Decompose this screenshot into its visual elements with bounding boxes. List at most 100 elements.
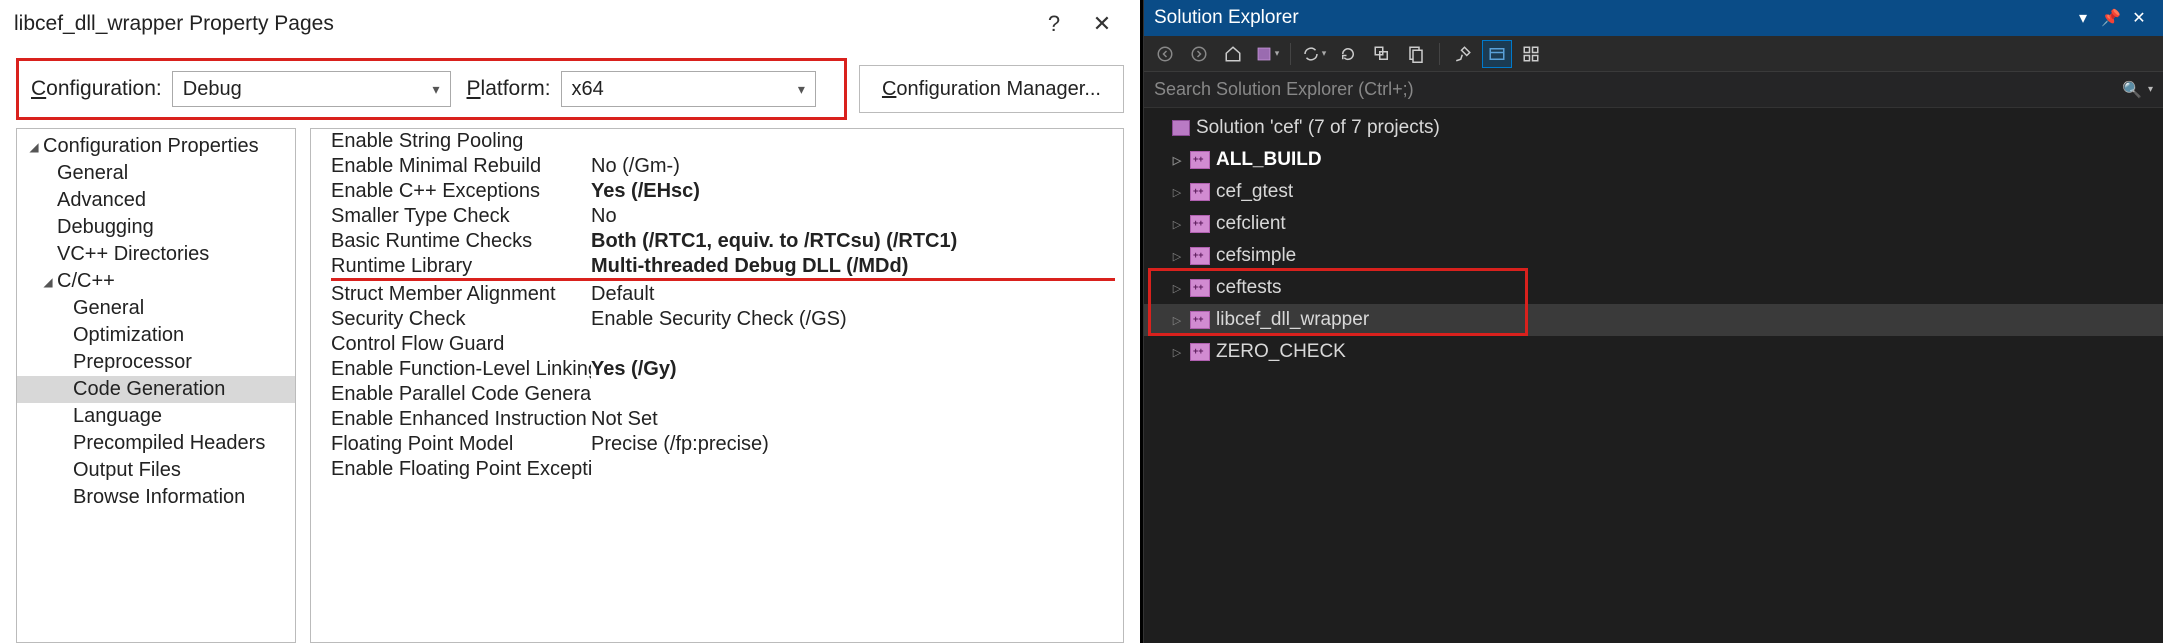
property-row[interactable]: Smaller Type CheckNo <box>311 204 1123 229</box>
tree-item-cpp-browse[interactable]: Browse Information <box>17 484 295 511</box>
property-value: Multi-threaded Debug DLL (/MDd) <box>591 255 1115 281</box>
group-icon[interactable] <box>1516 40 1546 68</box>
solution-node[interactable]: Solution 'cef' (7 of 7 projects) <box>1144 112 2163 144</box>
property-row[interactable]: Enable Parallel Code Generation <box>311 382 1123 407</box>
pin-icon[interactable]: 📌 <box>2097 8 2125 28</box>
property-row[interactable]: Enable Enhanced Instruction SeNot Set <box>311 407 1123 432</box>
property-row[interactable]: Security CheckEnable Security Check (/GS… <box>311 307 1123 332</box>
tree-item-cpp-general[interactable]: General <box>17 295 295 322</box>
expand-arrow-icon[interactable]: ▷ <box>1170 346 1184 359</box>
property-row[interactable]: Enable String Pooling <box>311 129 1123 154</box>
property-value: Precise (/fp:precise) <box>591 433 1115 456</box>
project-node[interactable]: ▷ cef_gtest <box>1144 176 2163 208</box>
tree-item-cpp[interactable]: ◢C/C++ <box>17 268 295 295</box>
property-row[interactable]: Enable Floating Point Exception <box>311 457 1123 482</box>
expand-arrow-icon[interactable]: ▷ <box>1170 154 1184 167</box>
property-row[interactable]: Enable Minimal RebuildNo (/Gm-) <box>311 154 1123 179</box>
search-icon[interactable]: 🔍 <box>2122 80 2142 100</box>
project-node[interactable]: ▷ cefclient <box>1144 208 2163 240</box>
chevron-down-icon: ▾ <box>432 81 439 98</box>
property-name: Smaller Type Check <box>331 205 591 228</box>
property-name: Enable Minimal Rebuild <box>331 155 591 178</box>
property-row[interactable]: Enable C++ ExceptionsYes (/EHsc) <box>311 179 1123 204</box>
tree-item-cpp-optimization[interactable]: Optimization <box>17 322 295 349</box>
property-row[interactable]: Floating Point ModelPrecise (/fp:precise… <box>311 432 1123 457</box>
property-row[interactable]: Control Flow Guard <box>311 332 1123 357</box>
tree-item-vcdirs[interactable]: VC++ Directories <box>17 241 295 268</box>
project-label: cef_gtest <box>1216 181 1293 203</box>
forward-icon[interactable] <box>1184 40 1214 68</box>
back-icon[interactable] <box>1150 40 1180 68</box>
expand-arrow-icon[interactable]: ▷ <box>1170 282 1184 295</box>
property-row[interactable]: Runtime LibraryMulti-threaded Debug DLL … <box>311 254 1123 282</box>
property-row[interactable]: Enable Function-Level LinkingYes (/Gy) <box>311 357 1123 382</box>
project-label: ceftests <box>1216 277 1281 299</box>
configuration-value: Debug <box>183 78 242 101</box>
property-row[interactable]: Basic Runtime ChecksBoth (/RTC1, equiv. … <box>311 229 1123 254</box>
configuration-dropdown[interactable]: Debug ▾ <box>172 71 451 107</box>
property-grid[interactable]: Enable String PoolingEnable Minimal Rebu… <box>310 128 1124 643</box>
config-highlight-box: Configuration: Debug ▾ Platform: x64 ▾ <box>16 58 847 120</box>
property-value <box>591 458 1115 481</box>
dialog-titlebar: libcef_dll_wrapper Property Pages ? ✕ <box>0 0 1140 48</box>
project-icon <box>1190 215 1210 233</box>
project-node[interactable]: ▷ ZERO_CHECK <box>1144 336 2163 368</box>
chevron-down-icon: ▾ <box>798 81 805 98</box>
close-panel-icon[interactable]: ✕ <box>2125 8 2153 28</box>
property-tree[interactable]: ◢Configuration Properties General Advanc… <box>16 128 296 643</box>
expand-arrow-icon[interactable]: ▷ <box>1170 186 1184 199</box>
tree-item-cpp-pch[interactable]: Precompiled Headers <box>17 430 295 457</box>
show-all-files-icon[interactable] <box>1401 40 1431 68</box>
switch-views-icon[interactable]: ▾ <box>1252 40 1282 68</box>
dialog-title: libcef_dll_wrapper Property Pages <box>14 12 1030 36</box>
project-node[interactable]: ▷ALL_BUILD <box>1144 144 2163 176</box>
expand-arrow-icon[interactable]: ▷ <box>1170 250 1184 263</box>
project-node[interactable]: ▷ cefsimple <box>1144 240 2163 272</box>
expand-arrow-icon[interactable]: ▷ <box>1170 218 1184 231</box>
home-icon[interactable] <box>1218 40 1248 68</box>
collapse-all-icon[interactable] <box>1367 40 1397 68</box>
property-pages-dialog: libcef_dll_wrapper Property Pages ? ✕ Co… <box>0 0 1143 643</box>
tree-item-cpp-output[interactable]: Output Files <box>17 457 295 484</box>
solution-explorer-titlebar: Solution Explorer ▾ 📌 ✕ <box>1144 0 2163 36</box>
project-label: cefclient <box>1216 213 1286 235</box>
property-row[interactable]: Struct Member AlignmentDefault <box>311 282 1123 307</box>
project-label: libcef_dll_wrapper <box>1216 309 1369 331</box>
property-value: No (/Gm-) <box>591 155 1115 178</box>
project-icon <box>1190 247 1210 265</box>
tree-item-cpp-codegen[interactable]: Code Generation <box>17 376 295 403</box>
tree-item-advanced[interactable]: Advanced <box>17 187 295 214</box>
property-value: No <box>591 205 1115 228</box>
window-dropdown-icon[interactable]: ▾ <box>2069 8 2097 28</box>
properties-icon[interactable] <box>1448 40 1478 68</box>
project-icon <box>1190 151 1210 169</box>
close-button[interactable]: ✕ <box>1078 0 1126 48</box>
sync-icon[interactable]: ▾ <box>1299 40 1329 68</box>
project-icon <box>1190 183 1210 201</box>
property-name: Control Flow Guard <box>331 333 591 356</box>
property-name: Floating Point Model <box>331 433 591 456</box>
platform-dropdown[interactable]: x64 ▾ <box>561 71 816 107</box>
refresh-icon[interactable] <box>1333 40 1363 68</box>
preview-icon[interactable] <box>1482 40 1512 68</box>
project-label: ZERO_CHECK <box>1216 341 1346 363</box>
configuration-manager-button[interactable]: Configuration Manager... <box>859 65 1124 113</box>
project-node[interactable]: ▷ libcef_dll_wrapper <box>1144 304 2163 336</box>
property-value: Both (/RTC1, equiv. to /RTCsu) (/RTC1) <box>591 230 1115 253</box>
tree-item-debugging[interactable]: Debugging <box>17 214 295 241</box>
property-name: Enable Enhanced Instruction Se <box>331 408 591 431</box>
tree-root[interactable]: ◢Configuration Properties <box>17 133 295 160</box>
project-label: cefsimple <box>1216 245 1296 267</box>
search-dropdown-icon[interactable]: ▾ <box>2148 84 2153 95</box>
expand-arrow-icon[interactable]: ▷ <box>1170 314 1184 327</box>
solution-explorer-search[interactable]: Search Solution Explorer (Ctrl+;) 🔍 ▾ <box>1144 72 2163 108</box>
help-button[interactable]: ? <box>1030 0 1078 48</box>
project-node[interactable]: ▷ ceftests <box>1144 272 2163 304</box>
property-name: Struct Member Alignment <box>331 283 591 306</box>
tree-item-cpp-language[interactable]: Language <box>17 403 295 430</box>
tree-item-general[interactable]: General <box>17 160 295 187</box>
tree-item-cpp-preprocessor[interactable]: Preprocessor <box>17 349 295 376</box>
toolbar-separator <box>1290 43 1291 65</box>
solution-explorer-panel: Solution Explorer ▾ 📌 ✕ ▾ ▾ <box>1143 0 2163 643</box>
solution-tree[interactable]: Solution 'cef' (7 of 7 projects) ▷ALL_BU… <box>1144 108 2163 643</box>
